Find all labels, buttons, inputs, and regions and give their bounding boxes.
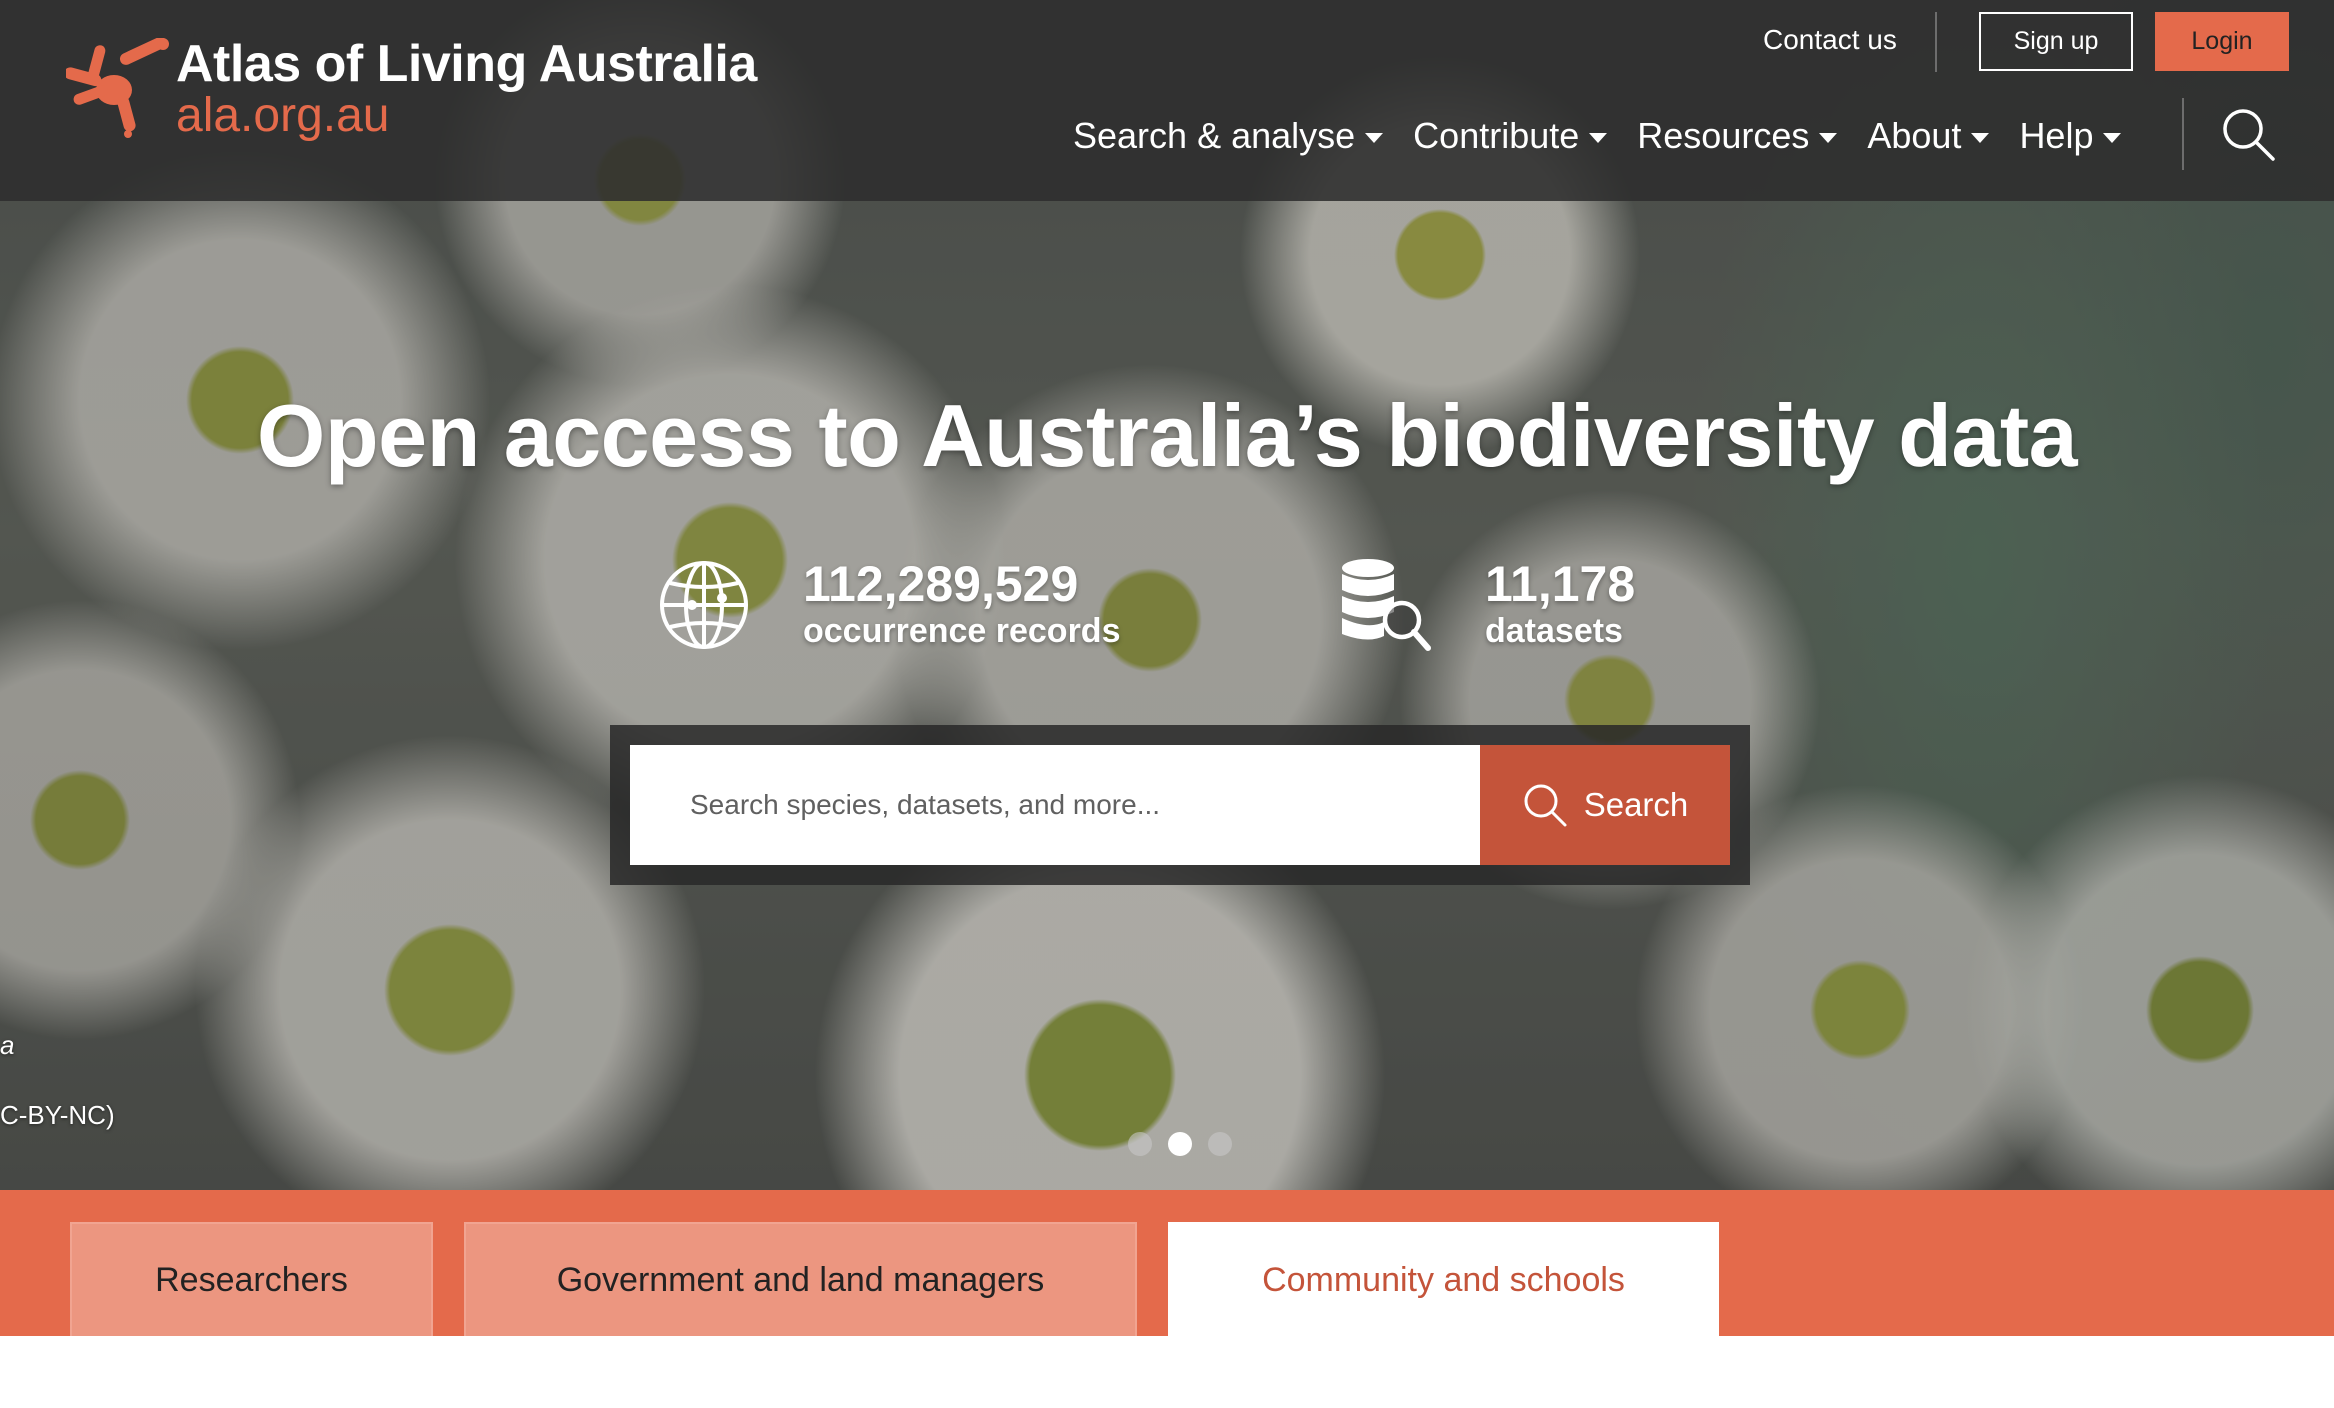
chevron-down-icon	[1971, 133, 1990, 143]
sign-up-button[interactable]: Sign up	[1979, 12, 2133, 71]
nav-help[interactable]: Help	[2019, 115, 2122, 157]
nav-label: About	[1867, 115, 1962, 156]
carousel-indicators	[1128, 1132, 1248, 1156]
nav-label: Resources	[1637, 115, 1810, 156]
tab-label: Community and schools	[1262, 1260, 1625, 1299]
search-icon	[1524, 784, 1567, 827]
stat-label: datasets	[1485, 612, 1623, 650]
tab-label: Government and land managers	[556, 1260, 1045, 1299]
stat-label: occurrence records	[803, 612, 1121, 650]
brand-title[interactable]: Atlas of Living Australia	[176, 34, 757, 94]
search-input[interactable]	[630, 745, 1480, 865]
chevron-down-icon	[1365, 133, 1384, 143]
ala-logo-icon[interactable]	[66, 38, 176, 138]
carousel-dot-2[interactable]	[1168, 1132, 1192, 1156]
nav-search-analyse[interactable]: Search & analyse	[1073, 115, 1384, 157]
nav-about[interactable]: About	[1867, 115, 1990, 157]
globe-icon	[660, 561, 748, 649]
chevron-down-icon	[1819, 133, 1838, 143]
tab-community-schools[interactable]: Community and schools	[1168, 1222, 1719, 1336]
tab-government-land-managers[interactable]: Government and land managers	[464, 1222, 1137, 1336]
nav-label: Search & analyse	[1073, 115, 1356, 156]
tab-researchers[interactable]: Researchers	[70, 1222, 433, 1336]
carousel-dot-1[interactable]	[1128, 1132, 1152, 1156]
carousel-dot-3[interactable]	[1208, 1132, 1232, 1156]
hero-headline: Open access to Australia’s biodiversity …	[256, 386, 2078, 485]
chevron-down-icon	[2103, 133, 2122, 143]
site-header: Atlas of Living Australia ala.org.au Con…	[0, 0, 2334, 201]
search-icon[interactable]	[2220, 106, 2276, 162]
nav-contribute[interactable]: Contribute	[1413, 115, 1608, 157]
nav-divider	[2182, 98, 2184, 170]
stat-number: 11,178	[1485, 556, 1636, 612]
contact-us-link[interactable]: Contact us	[1763, 24, 1897, 56]
brand-url[interactable]: ala.org.au	[176, 88, 390, 143]
nav-resources[interactable]: Resources	[1637, 115, 1838, 157]
hero-search-bar: Search	[610, 725, 1750, 885]
image-credit-species: a	[0, 1030, 15, 1060]
chevron-down-icon	[1589, 133, 1608, 143]
header-divider	[1935, 12, 1937, 72]
login-button[interactable]: Login	[2155, 12, 2289, 71]
stat-number: 112,289,529	[803, 556, 1079, 612]
search-button[interactable]: Search	[1480, 745, 1730, 865]
tab-label: Researchers	[155, 1260, 348, 1299]
nav-label: Contribute	[1413, 115, 1580, 156]
image-credit-license: C-BY-NC)	[0, 1100, 115, 1130]
nav-label: Help	[2019, 115, 2094, 156]
main-nav: Search & analyse Contribute Resources Ab…	[1073, 108, 2151, 164]
search-button-label: Search	[1583, 786, 1689, 823]
database-search-icon	[1342, 559, 1431, 651]
